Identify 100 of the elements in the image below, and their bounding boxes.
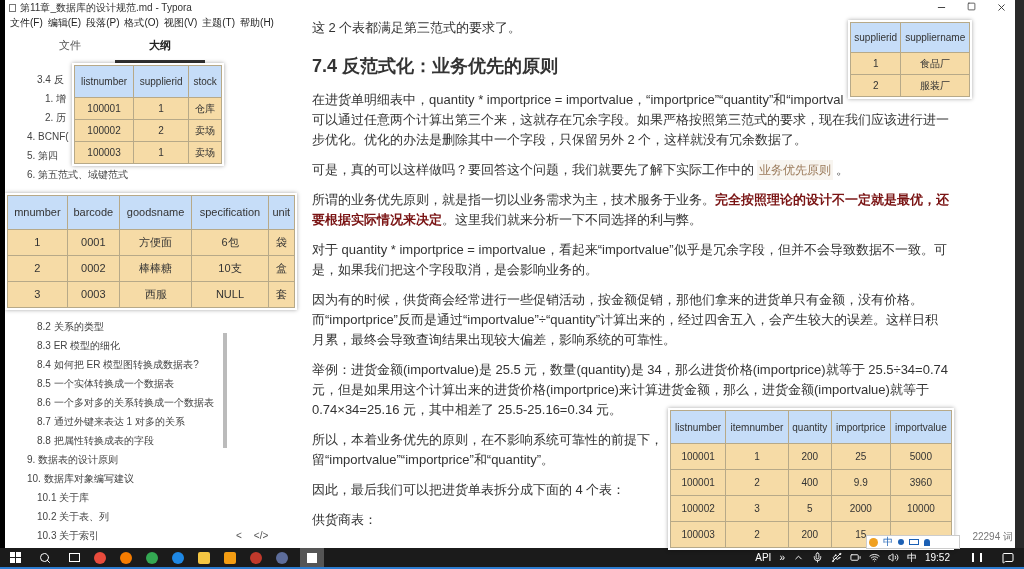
table-cell: 2 [7, 255, 68, 282]
outline-item[interactable]: 10. 数据库对象编写建议 [27, 469, 134, 488]
scrollbar[interactable] [223, 333, 227, 448]
table-cell: 100003 [74, 141, 134, 164]
table-header-cell: importvalue [890, 410, 952, 444]
table-header-cell: unit [268, 195, 295, 230]
usb-icon[interactable] [830, 552, 842, 563]
outline-item[interactable]: 4. BCNF( [27, 127, 69, 146]
outline-item[interactable]: 1. 增 [45, 89, 67, 108]
windows-logo-icon[interactable] [10, 552, 21, 563]
text-line: 这 2 个表都满足第三范式的要求了。 [312, 19, 522, 37]
tray-label[interactable]: API [755, 550, 772, 565]
outline-item[interactable]: 3.4 反 [37, 70, 64, 89]
footer-button[interactable]: </> [253, 526, 269, 546]
wifi-icon[interactable] [868, 552, 880, 563]
task-view-icon[interactable] [69, 553, 80, 562]
ime-logo-icon [869, 537, 878, 547]
taskbar-app-icon[interactable] [172, 551, 184, 564]
text-line: 可以通过任意两个计算出第三个来，这就存在冗余字段。如果严格按照第三范式的要求，现在我们应该进行进一 [312, 111, 949, 129]
text-line: 因此，最后我们可以把进货单表拆分成下面的 4 个表： [312, 481, 626, 499]
close-icon[interactable] [996, 2, 1007, 13]
window-title: 第11章_数据库的设计规范.md - Typora [20, 1, 192, 15]
menu-item[interactable]: 主题(T) [202, 15, 236, 30]
task-manager-icon[interactable] [972, 553, 982, 562]
table-cell: 2 [850, 74, 901, 97]
taskbar-app-icon[interactable] [198, 551, 210, 564]
text-line: 因为有的时候，供货商会经常进行一些促销活动，按金额促销，那他们拿来的进货单只有金额，没有价格。 [312, 291, 923, 309]
table-cell: 1 [7, 229, 68, 256]
outline-item[interactable]: 8.3 ER 模型的细化 [37, 336, 121, 355]
word-count: 22294 词 [972, 530, 1013, 544]
battery-icon[interactable] [849, 552, 861, 563]
text-line: 所谓的业务优先原则，就是指一切以业务需求为主，技术服务于业务。完全按照理论的设计不一定就是最优，还 [312, 191, 949, 209]
table-header-cell: listnumber [74, 65, 134, 98]
clock[interactable]: 19:52 [924, 550, 950, 565]
section-heading: 7.4 反范式化：业务优先的原则 [312, 55, 559, 78]
search-icon[interactable] [39, 551, 51, 564]
ime-mode: 中 [883, 536, 893, 548]
highlight-link[interactable]: 业务优先原则 [757, 160, 833, 180]
outline-item[interactable]: 8.7 通过外键来表达 1 对多的关系 [37, 412, 185, 431]
menu-item[interactable]: 文件(F) [10, 15, 43, 30]
outline-item[interactable]: 10.3 关于索引 [37, 526, 100, 545]
text-line: 元，但是如果用这个计算出来的进货价格(importprice)来计算进货金额，那么，进货金额(importvalue)就等于 [312, 381, 929, 399]
outline-item[interactable]: 2. 历 [45, 108, 67, 127]
outline-item[interactable]: 9. 数据表的设计原则 [27, 450, 119, 469]
menu-item[interactable]: 格式(O) [124, 15, 159, 30]
table-cell: 100001 [670, 469, 726, 496]
taskbar-app-icon[interactable] [300, 548, 324, 567]
table-cell: 1 [850, 52, 901, 75]
text-line: 。 [836, 161, 849, 179]
text-line: 是，如果我们把这个字段取消，是会影响业务的。 [312, 261, 598, 279]
table-header-cell: mnumber [7, 195, 68, 230]
outline-item[interactable]: 8.6 一个多对多的关系转换成一个数据表 [37, 393, 214, 412]
text-line: 可是，真的可以这样做吗？要回答这个问题，我们就要先了解下实际工作中的 [312, 161, 754, 179]
maximize-icon[interactable] [967, 2, 976, 11]
table-header-cell: stock [188, 65, 222, 98]
taskbar-app-icon[interactable] [224, 551, 236, 564]
text-line: 在进货单明细表中，quantity * importprice = importvalue，“importprice”“quantity”和“importval [312, 91, 844, 109]
table-header-cell: importprice [831, 410, 891, 444]
outline-item[interactable]: 6. 第五范式、域键范式 [27, 165, 129, 184]
menu-item[interactable]: 视图(V) [163, 15, 198, 30]
taskbar-app-icon[interactable] [94, 551, 106, 564]
menu-item[interactable]: 编辑(E) [47, 15, 82, 30]
taskbar-app-icon[interactable] [146, 551, 158, 564]
moon-icon [898, 539, 904, 545]
table-cell: 100001 [670, 443, 726, 470]
taskbar-app-icon[interactable] [120, 551, 132, 564]
outline-item[interactable]: 8.4 如何把 ER 模型图转换成数据表? [37, 355, 199, 374]
table-cell: 方便面 [119, 229, 192, 256]
notification-icon[interactable] [1002, 551, 1014, 564]
table-header-cell: itemnumber [725, 410, 789, 444]
text-line: 要根据实际情况来决定。这里我们就来分析一下不同选择的利与弊。 [312, 211, 702, 229]
text-line: 举例：进货金额(importvalue)是 25.5 元，数量(quantity)是 34，那么进货价格(importprice)就等于 25.5÷34=0.74 [312, 361, 948, 379]
outline-item[interactable]: 5. 第四 [27, 146, 59, 165]
text-line: 而“importprice”反而是通过“importvalue”÷“quantity”计算出来的，经过四舍五入，会产生较大的误差。这样日积 [312, 311, 939, 329]
microphone-icon[interactable] [811, 552, 823, 563]
text-line: 步优化。优化的办法是删除其中一个字段，只保留另外 2 个，这样就没有冗余数据了。 [312, 131, 808, 149]
sidebar-tab[interactable]: 文件 [25, 30, 115, 63]
outline-item[interactable]: 10.1 关于库 [37, 488, 90, 507]
outline-item[interactable]: 8.8 把属性转换成表的字段 [37, 431, 154, 450]
text-line: 留“importvalue”“importprice”和“quantity”。 [312, 451, 554, 469]
table-header-cell: suppliername [900, 22, 970, 53]
table-cell: 棒棒糖 [119, 255, 192, 282]
volume-icon[interactable] [887, 552, 899, 563]
tray-label[interactable]: » [779, 550, 785, 565]
outline-item[interactable]: 8.5 一个实体转换成一个数据表 [37, 374, 174, 393]
footer-button[interactable]: < [236, 526, 242, 546]
outline-item[interactable]: 8.2 关系的类型 [37, 317, 104, 336]
input-method-bar[interactable]: 中 [866, 535, 960, 549]
text-line: 月累，最终会导致查询结果出现较大偏差，影响系统的可靠性。 [312, 331, 676, 349]
text-line: 0.74×34=25.16 元，其中相差了 25.5-25.16=0.34 元。 [312, 401, 623, 419]
table-header-cell: listnumber [670, 410, 726, 444]
table-cell: 100002 [670, 495, 726, 522]
table-header-cell: supplierid [850, 22, 901, 53]
text-line: 供货商表： [312, 511, 377, 529]
user-icon [924, 538, 930, 546]
input-mode-indicator[interactable]: 中 [906, 550, 917, 565]
outline-item[interactable]: 10.2 关于表、列 [37, 507, 110, 526]
menu-item[interactable]: 帮助(H) [240, 15, 274, 30]
app-icon [9, 3, 16, 12]
menu-item[interactable]: 段落(P) [86, 15, 120, 30]
